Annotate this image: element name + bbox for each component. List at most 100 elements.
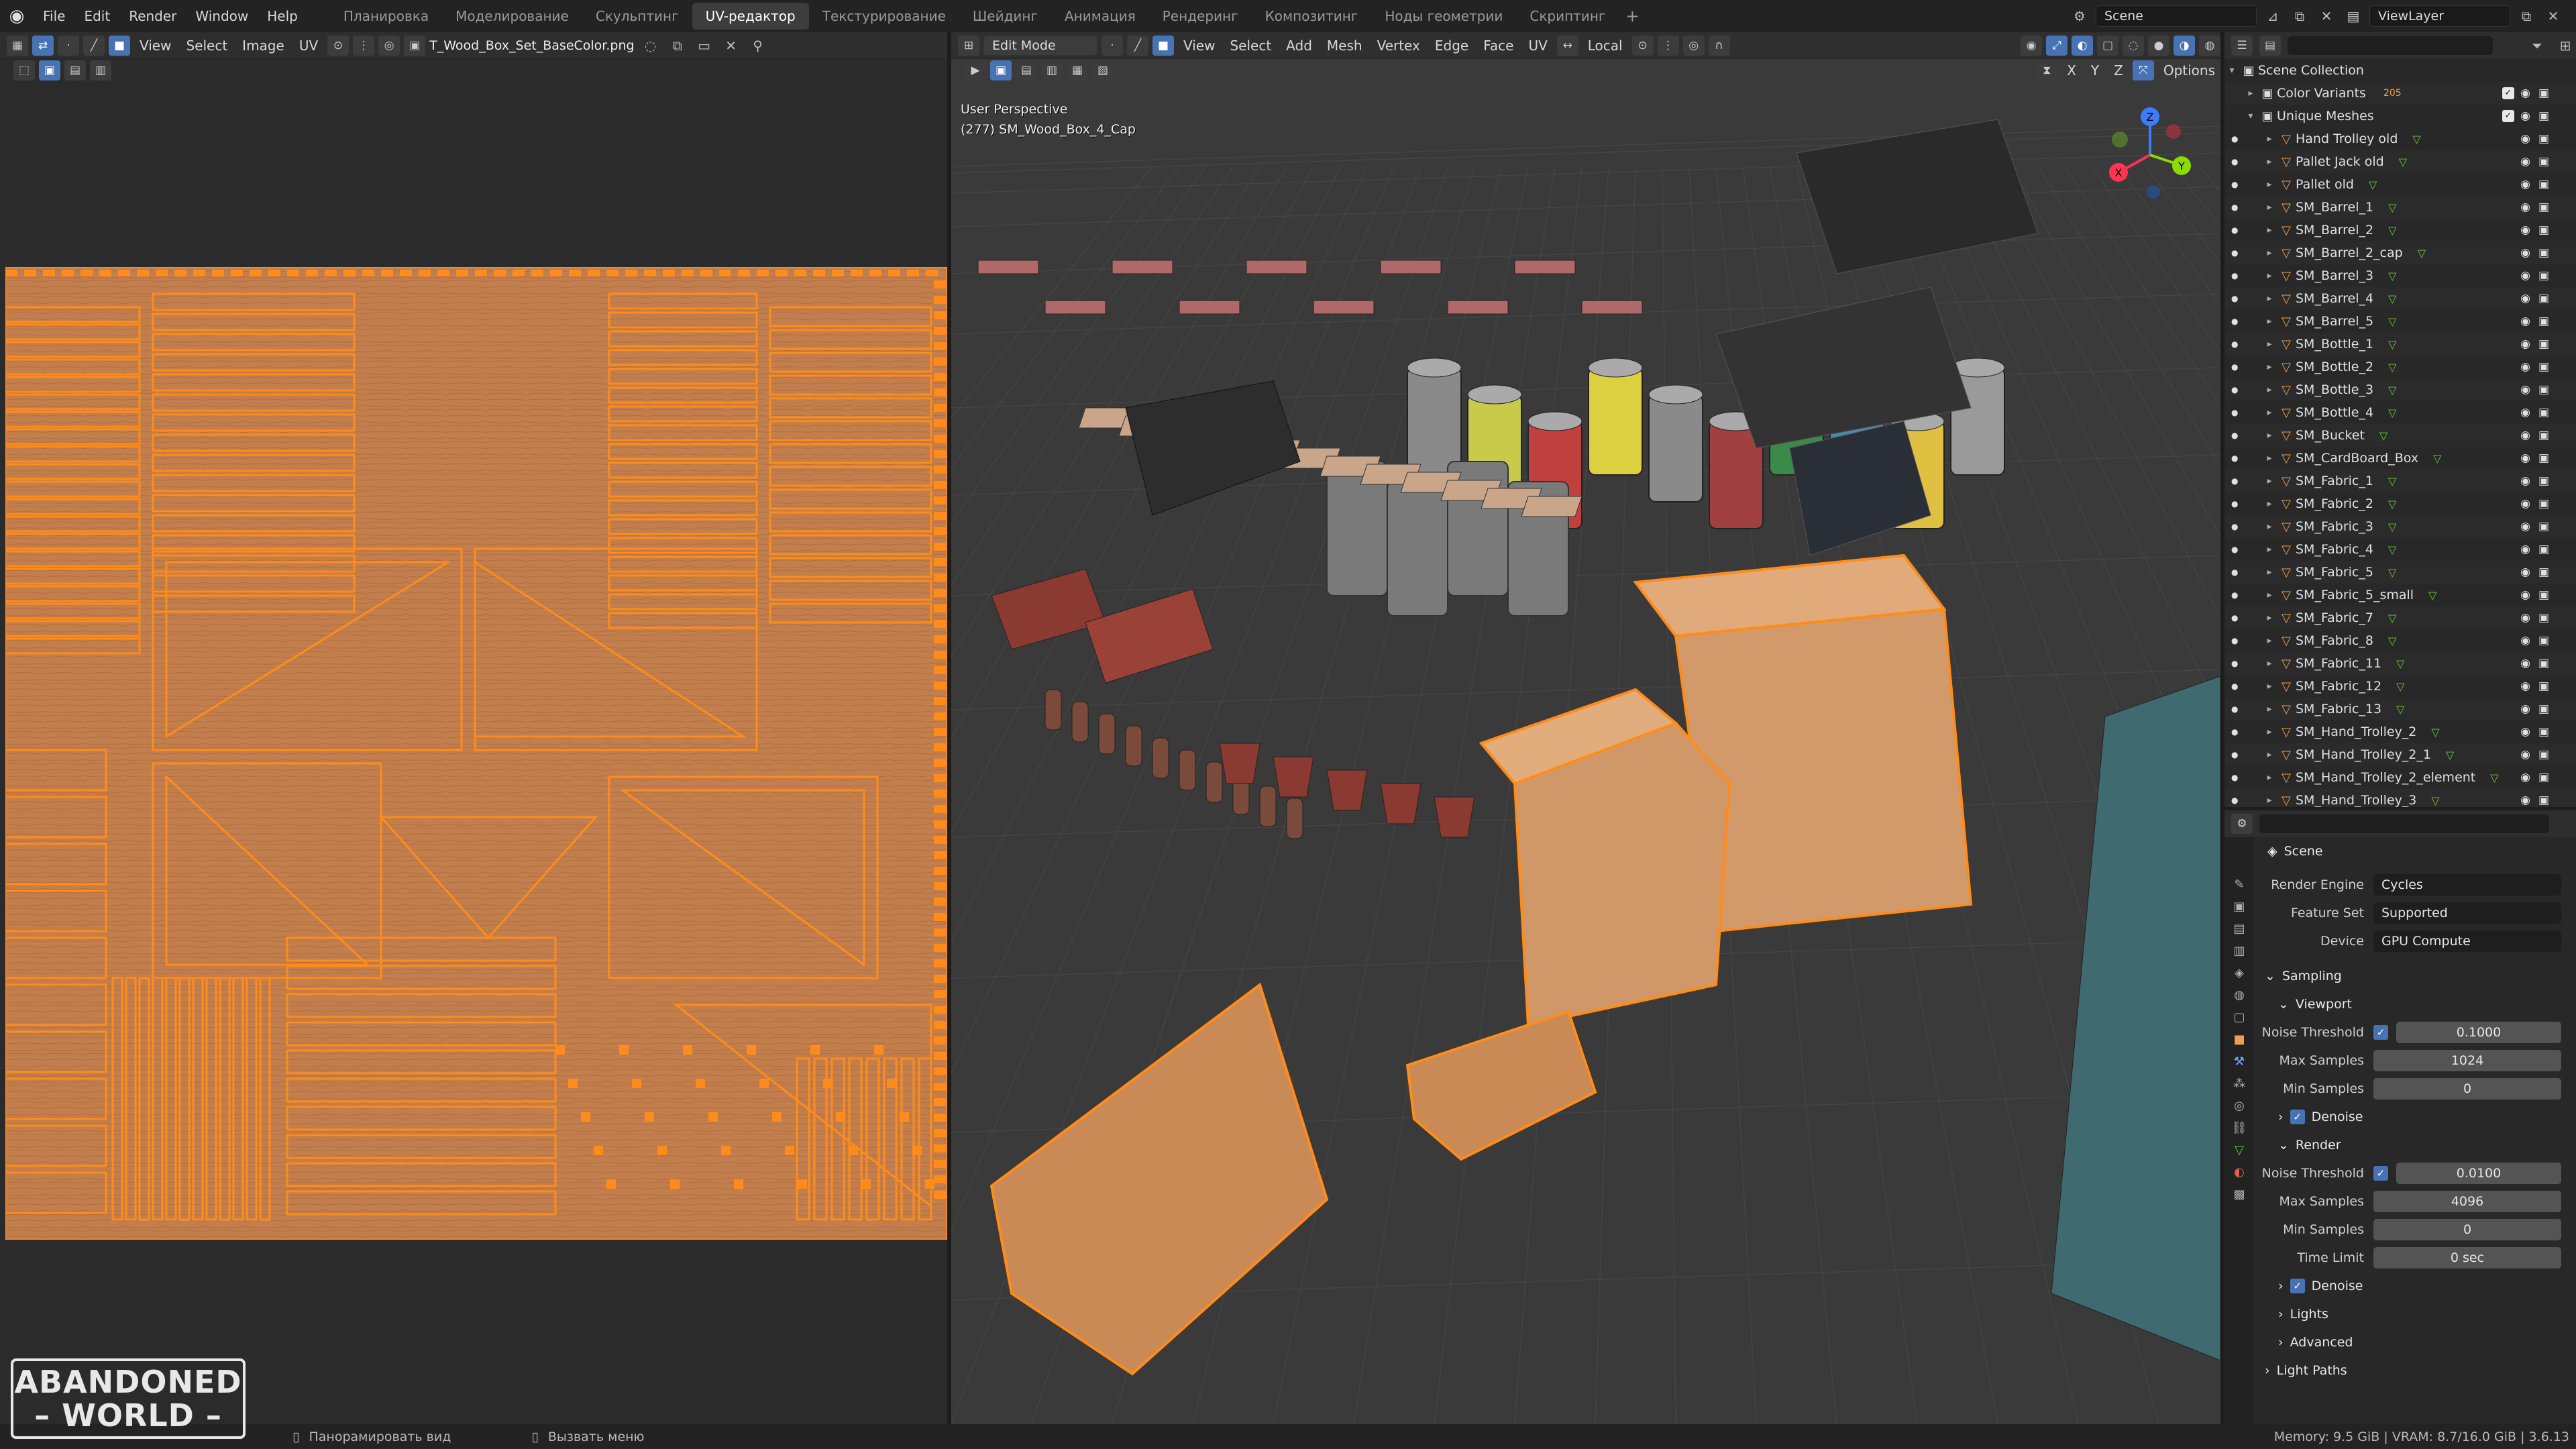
eye-icon[interactable]: ◉ xyxy=(2520,451,2530,465)
camera-icon[interactable]: ▣ xyxy=(2538,725,2549,739)
vp-select-invert-icon[interactable]: ▦ xyxy=(1067,60,1088,80)
eye-icon[interactable]: ◉ xyxy=(2520,87,2530,100)
outliner-object-row[interactable]: ● ▸ ▽ SM_CardBoard_Box ▽ ◉ ▣ xyxy=(2224,447,2576,470)
camera-icon[interactable]: ▣ xyxy=(2538,657,2549,670)
expand-arrow-icon[interactable]: ▸ xyxy=(2262,316,2277,327)
pivot-icon[interactable]: ⊙ xyxy=(327,35,350,56)
eye-icon[interactable]: ◉ xyxy=(2520,406,2530,419)
expand-arrow-icon[interactable]: ▸ xyxy=(2262,521,2277,532)
expand-arrow-icon[interactable]: ▸ xyxy=(2262,590,2277,600)
mirror-icon[interactable]: ⧗ xyxy=(2036,60,2058,80)
camera-icon[interactable]: ▣ xyxy=(2538,223,2549,237)
properties-editor[interactable]: ⚙ ✎ ▣ ▤ ▥ ◈ ◍ ▢ ■ ⚒ ⁂ ◎ ⛓ ▽ ◐ ▩ ◈ Scene xyxy=(2224,810,2576,1424)
vp-menu-vertex[interactable]: Vertex xyxy=(1372,38,1426,54)
vp-menu-view[interactable]: View xyxy=(1178,38,1220,54)
unlink-image-icon[interactable]: ✕ xyxy=(720,35,742,56)
gizmo-icon[interactable]: ⤢ xyxy=(2046,35,2068,56)
data-tab-icon[interactable]: ▽ xyxy=(2235,1143,2244,1157)
select-mode-subtract-icon[interactable]: ▥ xyxy=(90,60,111,80)
max-samples-field[interactable]: 1024 xyxy=(2373,1050,2561,1071)
eye-icon[interactable]: ◉ xyxy=(2520,497,2530,511)
eye-icon[interactable]: ◉ xyxy=(2520,269,2530,282)
expand-arrow-icon[interactable]: ▸ xyxy=(2262,225,2277,235)
tab-geometry-nodes[interactable]: Ноды геометрии xyxy=(1371,3,1516,30)
eye-icon[interactable]: ◉ xyxy=(2520,292,2530,305)
menu-edit[interactable]: Edit xyxy=(74,0,119,32)
outliner-object-row[interactable]: ● ▸ ▽ SM_Hand_Trolley_2_1 ▽ ◉ ▣ xyxy=(2224,743,2576,766)
scene-field[interactable]: Scene xyxy=(2096,5,2257,27)
menu-window[interactable]: Window xyxy=(186,0,258,32)
eye-icon[interactable]: ◉ xyxy=(2520,680,2530,693)
outliner-editor-icon[interactable]: ☰ xyxy=(2231,36,2253,56)
outliner-object-row[interactable]: ● ▸ ▽ SM_Bottle_2 ▽ ◉ ▣ xyxy=(2224,356,2576,378)
camera-icon[interactable]: ▣ xyxy=(2538,680,2549,693)
open-image-icon[interactable]: ▭ xyxy=(694,35,715,56)
eye-icon[interactable]: ◉ xyxy=(2520,337,2530,351)
camera-icon[interactable]: ▣ xyxy=(2538,383,2549,396)
vp-menu-face[interactable]: Face xyxy=(1478,38,1519,54)
outliner[interactable]: ☰ ▤ ⏷ ⊞ ▾ ▣ Scene Collection ▸ ▣ Color V… xyxy=(2224,32,2576,807)
outliner-object-row[interactable]: ● ▸ ▽ SM_Bottle_3 ▽ ◉ ▣ xyxy=(2224,378,2576,401)
outliner-object-row[interactable]: ● ▸ ▽ SM_Fabric_5 ▽ ◉ ▣ xyxy=(2224,561,2576,584)
uv-menu-image[interactable]: Image xyxy=(237,38,290,54)
outliner-object-row[interactable]: ● ▸ ▽ SM_Barrel_3 ▽ ◉ ▣ xyxy=(2224,264,2576,287)
expand-arrow-icon[interactable]: ▸ xyxy=(2262,727,2277,737)
expand-arrow-icon[interactable]: ▸ xyxy=(2262,612,2277,623)
display-mode-icon[interactable]: ▤ xyxy=(2259,36,2281,56)
time-limit-field[interactable]: 0 sec xyxy=(2373,1247,2561,1269)
noise-threshold-field[interactable]: 0.0100 xyxy=(2396,1163,2561,1184)
tab-rendering[interactable]: Рендеринг xyxy=(1149,3,1252,30)
expand-arrow-icon[interactable]: ▸ xyxy=(2262,156,2277,167)
device-dropdown[interactable]: GPU Compute xyxy=(2373,930,2561,952)
exclude-checkbox[interactable]: ✓ xyxy=(2502,110,2514,122)
camera-icon[interactable]: ▣ xyxy=(2538,201,2549,214)
denoise-checkbox[interactable]: ✓ xyxy=(2290,1279,2305,1293)
expand-arrow-icon[interactable]: ▸ xyxy=(2262,202,2277,213)
outliner-object-row[interactable]: ● ▸ ▽ SM_Barrel_4 ▽ ◉ ▣ xyxy=(2224,287,2576,310)
blender-logo-icon[interactable]: ◉ xyxy=(0,0,34,32)
particles-tab-icon[interactable]: ⁂ xyxy=(2233,1077,2245,1091)
eye-icon[interactable]: ◉ xyxy=(2520,474,2530,488)
eye-icon[interactable]: ◉ xyxy=(2520,794,2530,807)
overlays-icon[interactable]: ◐ xyxy=(2072,35,2093,56)
expand-arrow-icon[interactable]: ▸ xyxy=(2262,658,2277,669)
properties-editor-icon[interactable]: ⚙ xyxy=(2231,814,2253,834)
image-browse-icon[interactable]: ▣ xyxy=(404,35,426,56)
outliner-object-row[interactable]: ● ▸ ▽ SM_Barrel_5 ▽ ◉ ▣ xyxy=(2224,310,2576,333)
eye-icon[interactable]: ◉ xyxy=(2520,155,2530,168)
denoise-checkbox[interactable]: ✓ xyxy=(2290,1110,2305,1124)
expand-arrow-icon[interactable]: ▸ xyxy=(2262,498,2277,509)
vp-menu-add[interactable]: Add xyxy=(1281,38,1318,54)
camera-icon[interactable]: ▣ xyxy=(2538,269,2549,282)
tab-uv-editing[interactable]: UV-редактор xyxy=(692,3,809,30)
camera-icon[interactable]: ▣ xyxy=(2538,611,2549,625)
camera-icon[interactable]: ▣ xyxy=(2538,429,2549,442)
image-selector[interactable]: T_Wood_Box_Set_BaseColor.png ◌ ⧉ ▭ ✕ ⚲ xyxy=(429,35,768,56)
xray-icon[interactable]: ▢ xyxy=(2097,35,2118,56)
camera-icon[interactable]: ▣ xyxy=(2538,520,2549,533)
orientation-selector[interactable]: Local xyxy=(1582,38,1628,54)
exclude-checkbox[interactable]: ✓ xyxy=(2502,87,2514,99)
modifier-tab-icon[interactable]: ⚒ xyxy=(2234,1055,2245,1069)
edge-select-icon[interactable]: ╱ xyxy=(83,35,105,56)
expand-arrow-icon[interactable]: ▸ xyxy=(2262,681,2277,692)
rendered-shading-icon[interactable]: ◍ xyxy=(2199,35,2220,56)
edge-mode-icon[interactable]: ╱ xyxy=(1127,35,1148,56)
axis-y[interactable]: Y xyxy=(2086,62,2104,78)
expand-arrow-icon[interactable]: ▸ xyxy=(2262,544,2277,555)
render-engine-dropdown[interactable]: Cycles xyxy=(2373,874,2561,896)
add-workspace-button[interactable]: + xyxy=(1619,7,1646,25)
outliner-object-row[interactable]: ● ▸ ▽ SM_Fabric_13 ▽ ◉ ▣ xyxy=(2224,698,2576,720)
vp-menu-uv[interactable]: UV xyxy=(1523,38,1552,54)
camera-icon[interactable]: ▣ xyxy=(2538,474,2549,488)
outliner-object-row[interactable]: ● ▸ ▽ SM_Barrel_2_cap ▽ ◉ ▣ xyxy=(2224,241,2576,264)
eye-icon[interactable]: ◉ xyxy=(2520,178,2530,191)
outliner-object-row[interactable]: ● ▸ ▽ SM_Fabric_12 ▽ ◉ ▣ xyxy=(2224,675,2576,698)
max-samples-field[interactable]: 4096 xyxy=(2373,1191,2561,1212)
vp-select-extend-icon[interactable]: ▤ xyxy=(1016,60,1037,80)
viewport-denoise-row[interactable]: › ✓ Denoise xyxy=(2254,1103,2576,1131)
camera-icon[interactable]: ▣ xyxy=(2538,497,2549,511)
sync-selection-icon[interactable]: ⇄ xyxy=(32,35,54,56)
expand-arrow-icon[interactable]: ▸ xyxy=(2262,567,2277,578)
delete-viewlayer-icon[interactable]: ✕ xyxy=(2542,5,2564,27)
